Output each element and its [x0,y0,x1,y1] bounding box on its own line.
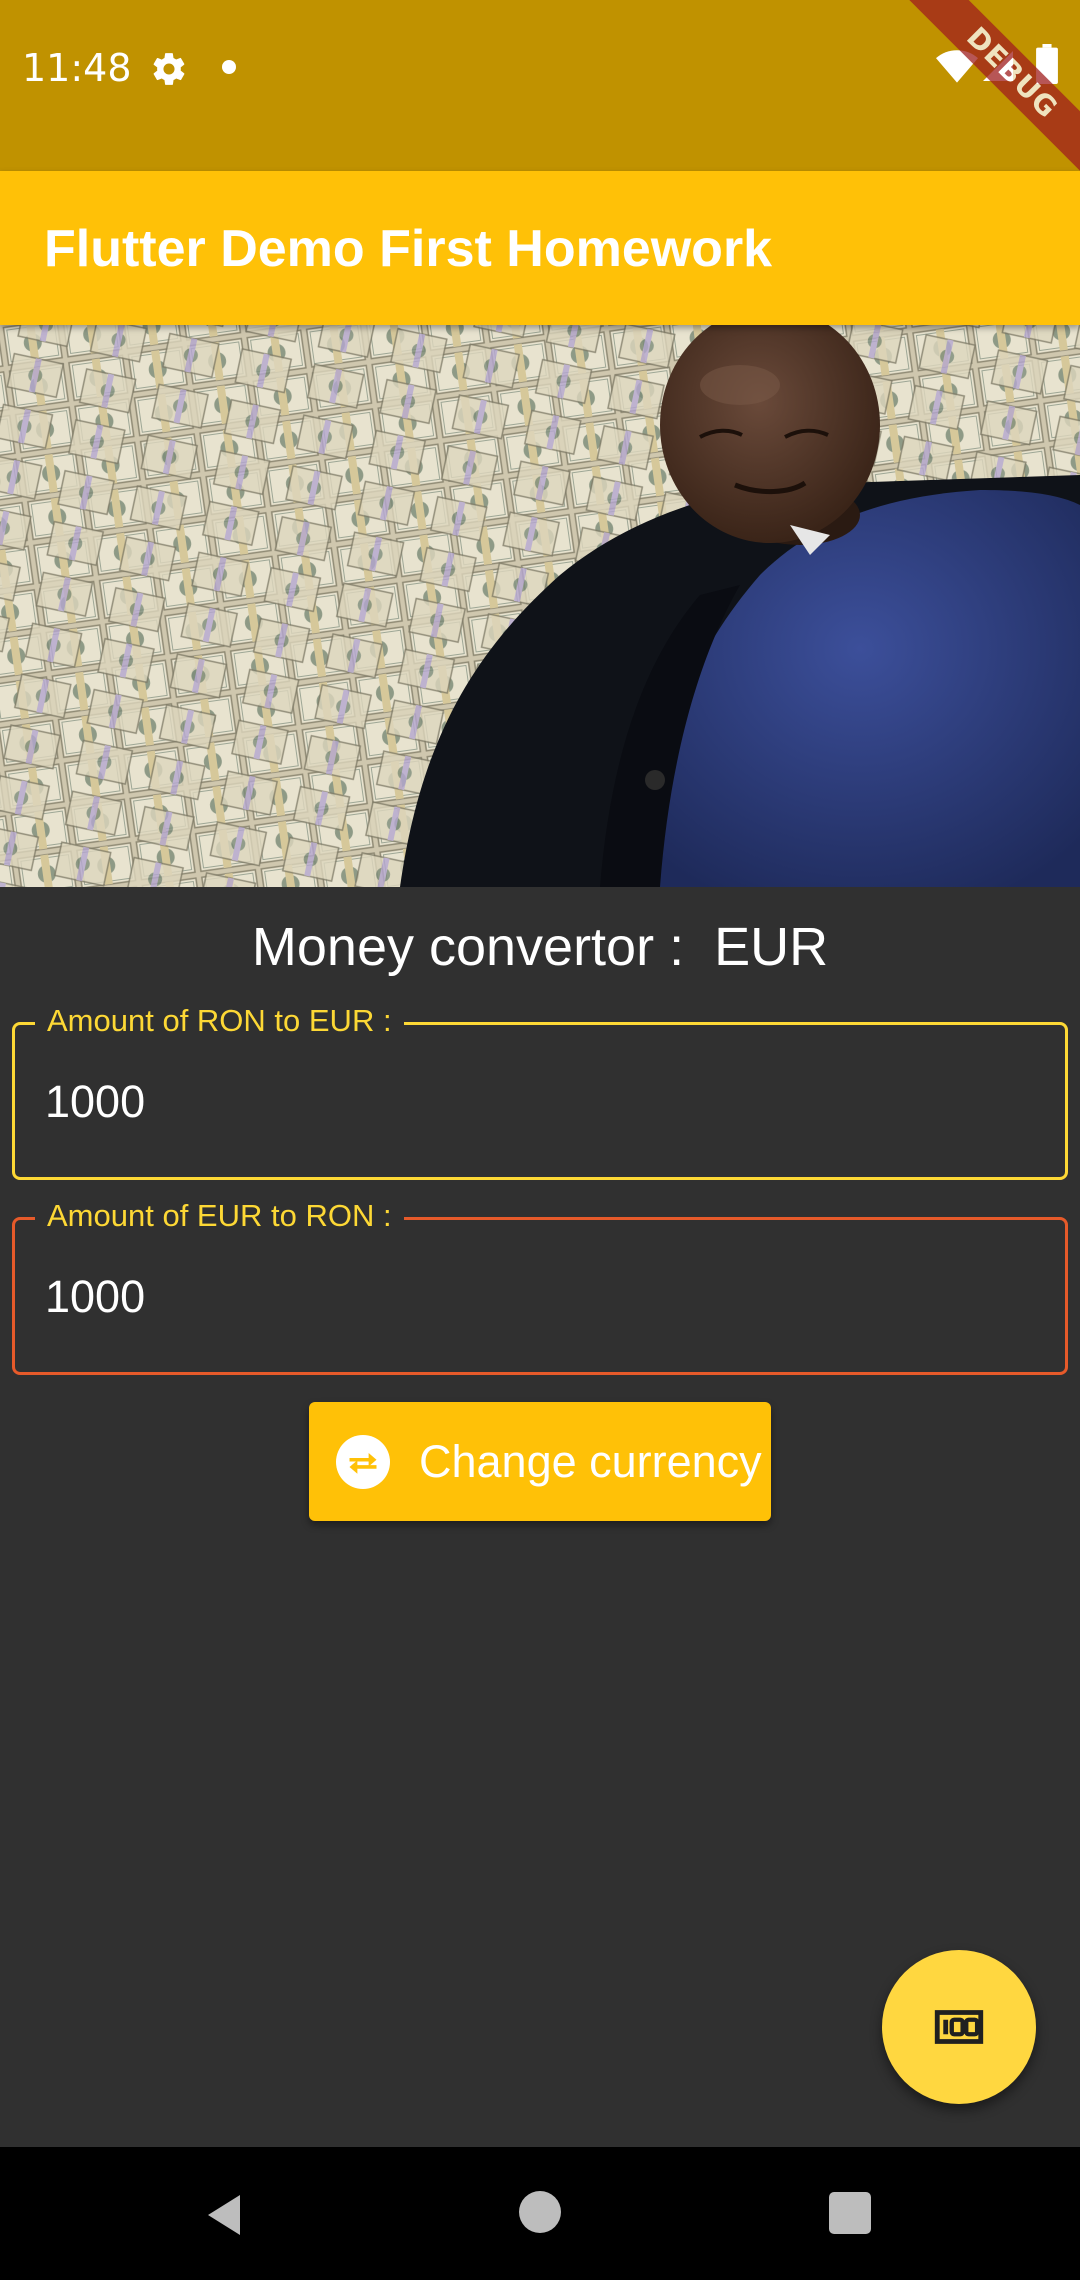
system-nav-bar [0,2147,1080,2280]
eur-to-ron-label: Amount of EUR to RON : [35,1194,404,1238]
gear-icon [153,53,185,85]
status-time: 11:48 [22,46,132,90]
recents-icon[interactable] [829,2192,871,2234]
home-icon[interactable] [519,2191,561,2233]
app-title: Flutter Demo First Homework [44,220,773,278]
money-fab[interactable] [882,1950,1036,2104]
ron-to-eur-input[interactable] [45,1067,1025,1137]
money-100-icon [934,2010,984,2044]
swap-horiz-circle-icon [336,1435,390,1489]
app-screen: 11:48 DEBUG Flutter Demo First Homework [0,0,1080,2280]
ron-to-eur-label: Amount of RON to EUR : [35,999,404,1043]
eur-to-ron-input[interactable] [45,1262,1025,1332]
eur-to-ron-field[interactable]: Amount of EUR to RON : [12,1194,1068,1375]
status-bar: 11:48 DEBUG [0,0,1080,180]
change-currency-button[interactable]: Change currency [309,1402,771,1521]
debug-banner: DEBUG [905,0,1080,180]
back-icon[interactable] [200,2191,248,2239]
money-pile-photo [0,325,1080,887]
ron-to-eur-field[interactable]: Amount of RON to EUR : [12,999,1068,1180]
change-currency-label: Change currency [419,1436,762,1487]
app-bar: Flutter Demo First Homework [0,171,1080,325]
converter-title: Money convertor : EUR [251,917,829,977]
notification-dot-icon [222,60,236,74]
hero-image [0,325,1080,887]
